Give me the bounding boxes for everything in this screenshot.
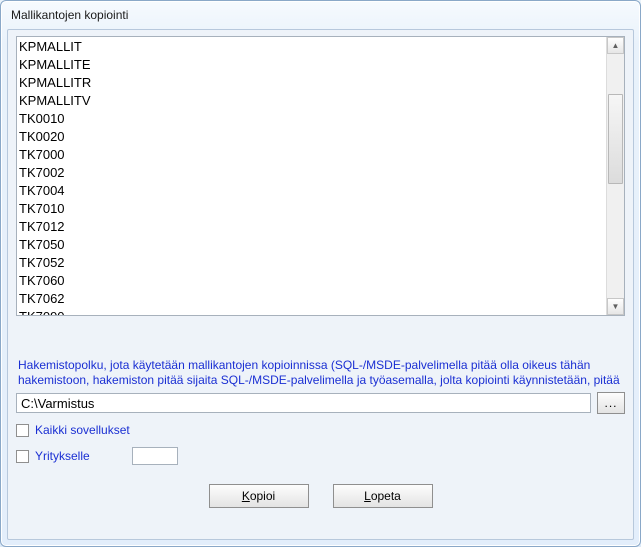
scroll-track[interactable]: [607, 54, 624, 298]
browse-button[interactable]: ...: [597, 392, 625, 414]
list-item[interactable]: KPMALLITE: [19, 56, 605, 74]
company-row: Yritykselle: [16, 446, 625, 466]
copy-rest: opioi: [250, 489, 275, 503]
scroll-up-button[interactable]: ▲: [607, 37, 624, 54]
close-button[interactable]: Lopeta: [333, 484, 433, 508]
window-title: Mallikantojen kopiointi: [1, 1, 640, 29]
copy-hotkey: K: [242, 489, 250, 503]
button-row: Kopioi Lopeta: [16, 484, 625, 508]
company-label[interactable]: Yritykselle: [35, 449, 90, 463]
listbox-viewport: KPMALLITKPMALLITEKPMALLITRKPMALLITVTK001…: [17, 37, 607, 315]
list-item[interactable]: KPMALLITV: [19, 92, 605, 110]
client-area: KPMALLITKPMALLITEKPMALLITRKPMALLITVTK001…: [7, 29, 634, 540]
close-hotkey: L: [364, 489, 371, 503]
list-item[interactable]: TK7060: [19, 272, 605, 290]
company-checkbox[interactable]: [16, 450, 29, 463]
template-listbox[interactable]: KPMALLITKPMALLITEKPMALLITRKPMALLITVTK001…: [16, 36, 625, 316]
list-item[interactable]: TK0010: [19, 110, 605, 128]
list-item[interactable]: TK0020: [19, 128, 605, 146]
copy-button[interactable]: Kopioi: [209, 484, 309, 508]
backup-path-input[interactable]: [16, 393, 591, 413]
window-frame: Mallikantojen kopiointi KPMALLITKPMALLIT…: [0, 0, 641, 547]
listbox-scrollbar[interactable]: ▲ ▼: [606, 37, 624, 315]
list-item[interactable]: KPMALLIT: [19, 38, 605, 56]
help-text: Hakemistopolku, jota käytetään mallikant…: [16, 358, 625, 390]
all-apps-checkbox[interactable]: [16, 424, 29, 437]
list-item[interactable]: TK7052: [19, 254, 605, 272]
list-item[interactable]: TK7000: [19, 146, 605, 164]
all-apps-label[interactable]: Kaikki sovellukset: [35, 423, 130, 437]
path-row: ...: [16, 392, 625, 414]
list-item[interactable]: TK7010: [19, 200, 605, 218]
list-item[interactable]: TK7012: [19, 218, 605, 236]
list-item[interactable]: TK7090: [19, 308, 605, 315]
list-item[interactable]: KPMALLITR: [19, 74, 605, 92]
all-apps-row: Kaikki sovellukset: [16, 420, 625, 440]
list-item[interactable]: TK7062: [19, 290, 605, 308]
chevron-down-icon: ▼: [612, 303, 620, 311]
chevron-up-icon: ▲: [612, 42, 620, 50]
list-item[interactable]: TK7002: [19, 164, 605, 182]
scroll-thumb[interactable]: [608, 94, 623, 184]
list-item[interactable]: TK7050: [19, 236, 605, 254]
company-input[interactable]: [132, 447, 178, 465]
close-rest: opeta: [371, 489, 401, 503]
list-item[interactable]: TK7004: [19, 182, 605, 200]
scroll-down-button[interactable]: ▼: [607, 298, 624, 315]
